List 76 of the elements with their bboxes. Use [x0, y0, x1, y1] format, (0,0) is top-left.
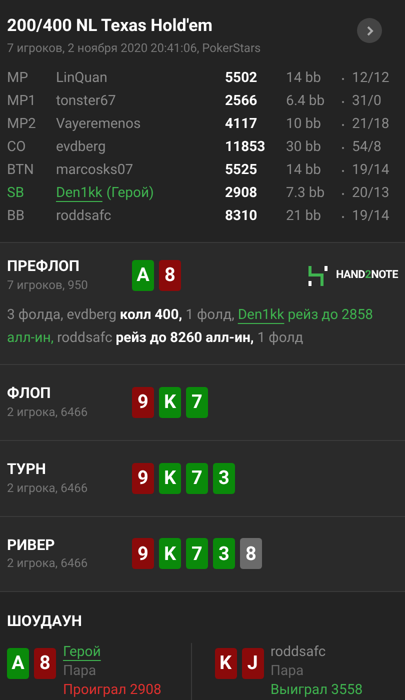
street-info: 2 игрока, 6466: [7, 480, 89, 496]
player-position: MP: [7, 69, 30, 88]
player-stack: 5525: [225, 161, 258, 180]
player-stack: 8310: [225, 207, 258, 226]
logo-icon: [308, 264, 328, 288]
street-info: 2 игрока, 6466: [7, 404, 89, 421]
player-name: evdberg: [56, 138, 106, 158]
playing-card: A: [132, 260, 154, 292]
hand-subtitle: 7 игроков, 2 ноября 2020 20:41:06, PokerStars: [7, 40, 262, 58]
playing-card: 7: [186, 462, 208, 494]
player-bb: 10 bb: [286, 115, 322, 134]
player-stats: 12/12: [352, 69, 390, 88]
action-text: 3 фолда, evdberg колл 400, 1 фолд, Den1kk рейз до 2858 алл-ин, roddsafc рейз до 8260 алл-ин, 1 фолд: [7, 306, 374, 348]
player-stats: 21/18: [352, 115, 390, 134]
hand-title: 200/400 NL Texas Hold'em: [7, 16, 214, 38]
logo-text: HAND2NOTE: [336, 267, 398, 284]
hand-rank: Пара: [63, 662, 98, 681]
player-bb: 30 bb: [286, 138, 322, 158]
next-button[interactable]: [357, 18, 382, 43]
hand-rank: Пара: [270, 662, 305, 681]
player-name: tonster67: [56, 92, 116, 112]
playing-card: A: [7, 648, 29, 679]
player-name: marcosks07: [56, 161, 134, 180]
player-stats: 31/0: [352, 92, 382, 112]
player-name: Vayeremenos: [56, 115, 141, 134]
player-stats: 54/8: [352, 138, 382, 158]
street-info: 7 игроков, 950: [7, 277, 89, 294]
player-stats: 20/13: [352, 184, 390, 204]
hero-label: (Герой): [106, 184, 154, 204]
player-position: MP1: [7, 92, 37, 112]
player-position: CO: [7, 138, 27, 158]
player-bb: 7.3 bb: [286, 184, 326, 204]
playing-card: K: [159, 538, 181, 570]
playing-card: J: [242, 648, 264, 679]
player-stack: 4117: [225, 115, 258, 134]
playing-card: 9: [132, 386, 154, 418]
playing-card: 9: [132, 462, 154, 494]
player-bb: 6.4 bb: [286, 92, 326, 112]
playing-card: 9: [132, 538, 154, 570]
player-stats: 19/14: [352, 207, 390, 226]
street-title: ФЛОП: [7, 384, 52, 403]
player-name: roddsafc: [56, 207, 112, 226]
street-title: ПРЕФЛОП: [7, 257, 80, 276]
player-stack: 2908: [225, 184, 258, 204]
playing-card: 8: [34, 648, 56, 679]
player-position: BTN: [7, 161, 35, 180]
playing-card: 3: [213, 538, 235, 570]
player-bb: 14 bb: [286, 69, 322, 88]
playing-card: K: [214, 648, 236, 679]
showdown-title: ШОУДАУН: [7, 611, 84, 632]
player-bb: 14 bb: [286, 161, 322, 180]
showdown-player-name[interactable]: Герой: [63, 642, 162, 662]
playing-card: 7: [186, 386, 208, 418]
player-position: BB: [7, 207, 26, 226]
player-stack: 2566: [225, 92, 258, 112]
player-stack: 5502: [225, 69, 258, 88]
street-title: ТУРН: [7, 460, 48, 478]
playing-card: K: [159, 386, 181, 418]
playing-card: 8: [159, 260, 181, 292]
player-position: MP2: [7, 115, 37, 134]
playing-card: K: [159, 462, 181, 494]
showdown-player-name: roddsafc: [270, 642, 327, 662]
street-info: 2 игрока, 6466: [7, 555, 89, 572]
playing-card: 7: [186, 538, 208, 570]
player-stack: 11853: [225, 138, 266, 158]
chevron-right-icon: [364, 24, 374, 36]
player-name[interactable]: Den1kk: [56, 183, 102, 204]
street-title: РИВЕР: [7, 536, 56, 554]
playing-card: 3: [213, 462, 235, 494]
result-text: Выиграл 3558: [270, 680, 363, 700]
player-stats: 19/14: [352, 161, 390, 180]
player-bb: 21 bb: [286, 207, 322, 226]
player-name: LinQuan: [56, 69, 108, 88]
result-text: Проиграл 2908: [63, 680, 162, 700]
player-position: SB: [7, 184, 26, 204]
playing-card: 8: [240, 538, 262, 570]
